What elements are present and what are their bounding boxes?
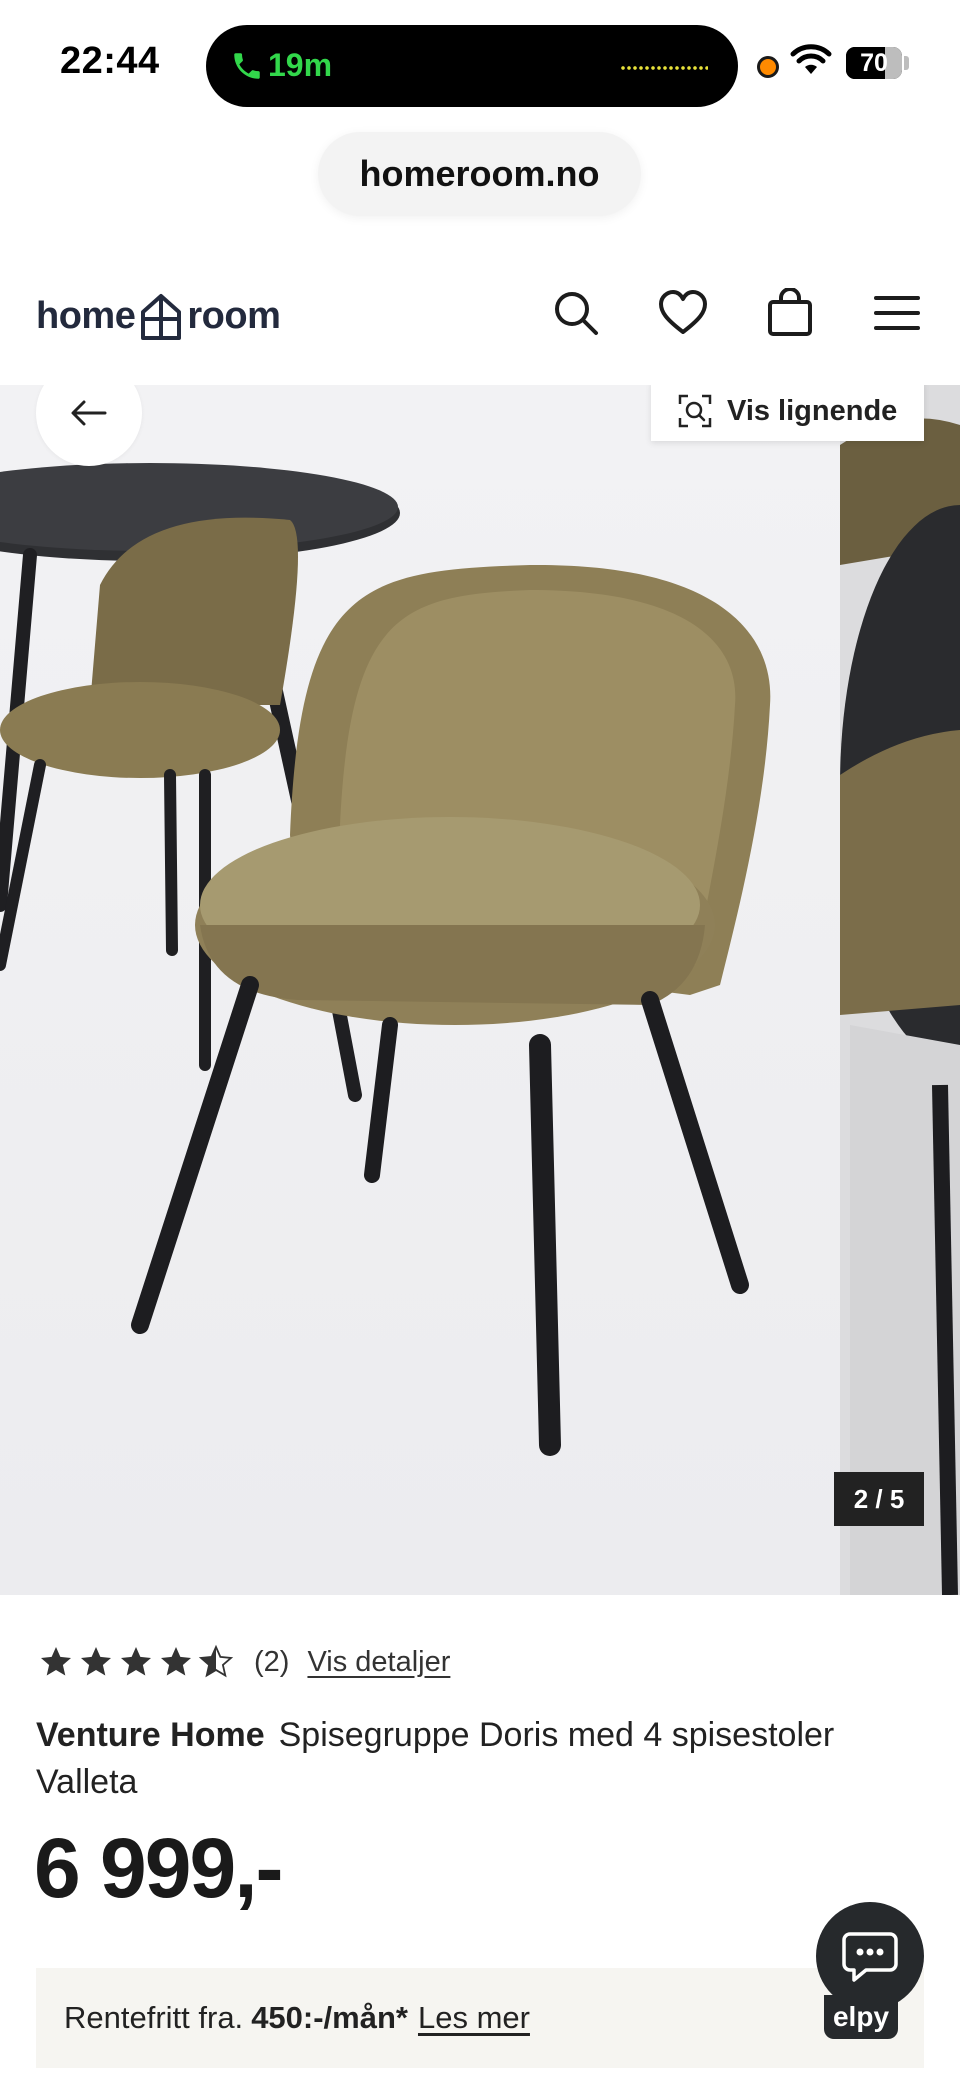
- product-title: Venture Home Spisegruppe Doris med 4 spis…: [36, 1712, 926, 1806]
- bag-icon[interactable]: [765, 287, 815, 338]
- star-full-icon: [121, 1647, 151, 1676]
- wifi-icon: [790, 44, 832, 74]
- product-image[interactable]: [0, 385, 840, 1595]
- star-full-icon: [41, 1647, 71, 1676]
- battery-percent: 70: [860, 49, 888, 77]
- product-image-gallery[interactable]: Vis lignende 2 / 5: [0, 385, 960, 1595]
- rating-row: (2) Vis detaljer: [38, 1640, 450, 1684]
- audio-waveform-icon: [620, 65, 708, 71]
- status-bar: 22:44 19m 70: [0, 0, 960, 120]
- screen: 22:44 19m 70 homeroom.no home room Vis l…: [0, 0, 960, 2081]
- arrow-left-icon: [71, 400, 107, 426]
- show-similar-label: Vis lignende: [727, 394, 898, 427]
- heart-icon[interactable]: [658, 288, 708, 338]
- visual-search-icon: [678, 394, 712, 428]
- chat-button[interactable]: [816, 1902, 924, 2010]
- rating-count: (2): [254, 1645, 290, 1678]
- address-bar[interactable]: homeroom.no: [318, 132, 641, 216]
- chair-photo: [0, 463, 771, 1456]
- read-more-link[interactable]: Les mer: [418, 2000, 530, 2036]
- phone-icon: [234, 53, 260, 79]
- financing-banner: Rentefritt fra. 450:-/mån* Les mer: [36, 1968, 924, 2068]
- battery-cap: [904, 56, 909, 70]
- logo-text-left: home: [36, 294, 136, 337]
- dynamic-island-call[interactable]: 19m: [206, 25, 738, 107]
- microphone-indicator-icon: [757, 56, 779, 78]
- product-price: 6 999,-: [34, 1821, 284, 1915]
- next-product-image[interactable]: [840, 385, 960, 1595]
- product-brand[interactable]: Venture Home: [36, 1716, 265, 1754]
- show-details-link[interactable]: Vis detaljer: [307, 1646, 450, 1679]
- site-header: home room: [0, 250, 960, 385]
- chat-brand-label[interactable]: elpy: [824, 1995, 898, 2039]
- financing-amount: 450:-/mån*: [251, 2000, 408, 2035]
- next-image-preview: [840, 418, 960, 1595]
- battery-indicator: 70: [846, 47, 902, 79]
- logo-text-right: room: [187, 294, 281, 337]
- chat-bubble-icon: [842, 1932, 898, 1982]
- star-full-icon: [81, 1647, 111, 1676]
- search-icon[interactable]: [551, 288, 601, 338]
- star-rating: [38, 1644, 238, 1680]
- show-similar-button[interactable]: Vis lignende: [651, 385, 924, 441]
- star-full-icon: [161, 1647, 191, 1676]
- status-time: 22:44: [60, 40, 160, 82]
- house-logo-icon: [141, 294, 182, 340]
- call-duration: 19m: [268, 47, 333, 83]
- financing-prefix: Rentefritt fra.: [64, 2000, 244, 2035]
- image-counter: 2 / 5: [834, 1472, 924, 1526]
- homeroom-logo[interactable]: home room: [36, 286, 281, 346]
- star-half-icon: [198, 1644, 234, 1678]
- menu-icon[interactable]: [872, 288, 922, 338]
